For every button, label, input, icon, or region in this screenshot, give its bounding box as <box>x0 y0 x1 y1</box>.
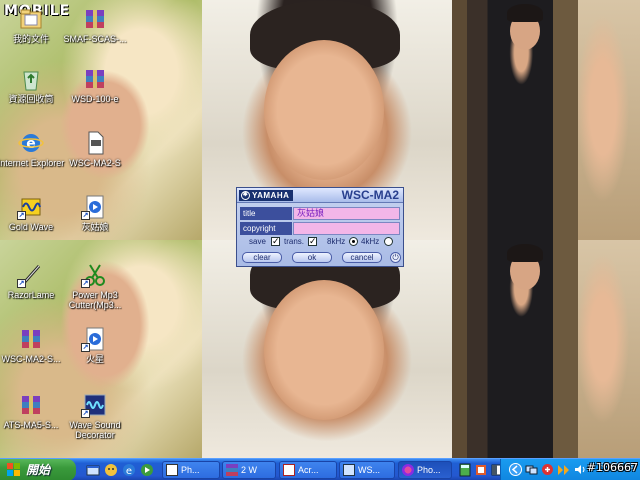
title-row: title 灰姑娘 <box>240 207 400 220</box>
internet-explorer-quicklaunch-icon[interactable]: e <box>122 463 136 477</box>
winrar-archive-icon <box>81 6 109 32</box>
document-icon <box>81 130 109 156</box>
photo-viewer-icon <box>402 464 414 476</box>
media-file-icon: ↗ <box>81 326 109 352</box>
desktop-icon-smaf-scas[interactable]: SMAF-SCAS-... <box>58 6 132 44</box>
wallpaper-tile <box>452 0 578 240</box>
svg-text:e: e <box>126 466 132 477</box>
window-icon <box>343 464 355 476</box>
desktop-icon-wave-sound-decorator[interactable]: ↗ Wave Sound Decorator <box>58 392 132 440</box>
desktop-icon-power-mp3-cutter[interactable]: ↗ Power Mp3 Cutter(Mp3... <box>58 262 132 310</box>
calculator-icon[interactable] <box>458 463 472 477</box>
desktop-icon-cinderella[interactable]: ↗ 灰姑娘 <box>58 194 132 232</box>
wave-sound-decorator-icon: ↗ <box>81 392 109 418</box>
winrar-archive-icon <box>81 66 109 92</box>
photoshop-icon <box>166 464 178 476</box>
task-photo-viewer[interactable]: Pho... <box>398 461 452 479</box>
yamaha-brand: ✱ YAMAHA <box>239 190 294 201</box>
media-file-icon: ↗ <box>81 194 109 220</box>
wallpaper-tile <box>452 240 578 458</box>
app-icon[interactable] <box>474 463 488 477</box>
start-button[interactable]: 開始 <box>0 459 76 480</box>
save-checkbox[interactable] <box>271 236 280 247</box>
dialog-model-name: WSC-MA2 <box>341 188 399 202</box>
recycle-bin-icon <box>17 66 45 92</box>
my-documents-icon <box>17 6 45 32</box>
winamp-icon[interactable] <box>557 463 570 476</box>
winrar-archive-icon <box>17 326 45 352</box>
dialog-titlebar[interactable]: ✱ YAMAHA WSC-MA2 <box>237 188 403 203</box>
wallpaper-tile <box>202 240 452 458</box>
title-field[interactable]: 灰姑娘 <box>293 207 400 220</box>
wallpaper-tile <box>578 0 640 240</box>
rate-4khz-radio[interactable] <box>384 237 393 246</box>
desktop-icon-wsc-ma2-s[interactable]: WSC-MA2-S <box>58 130 132 168</box>
show-desktop-icon[interactable] <box>86 463 100 477</box>
wsc-ma2-dialog: ✱ YAMAHA WSC-MA2 title 灰姑娘 copyright sav… <box>236 187 404 267</box>
antivirus-icon[interactable] <box>541 463 554 476</box>
task-wsc-window[interactable]: WS... <box>339 461 395 479</box>
rate-8khz-label: 8kHz <box>327 237 346 246</box>
desktop-icon-wsd-100[interactable]: WSD-100-e <box>58 66 132 104</box>
ok-button[interactable]: ok <box>292 252 332 263</box>
trans-label: trans. <box>284 237 305 246</box>
power-icon[interactable]: ⏻ <box>390 252 401 263</box>
wallpaper-tile <box>578 240 640 458</box>
dialog-buttons: clear ok cancel ⏻ <box>240 252 402 264</box>
copyright-row: copyright <box>240 222 400 235</box>
save-label: save <box>249 237 266 246</box>
winrar-archive-icon <box>226 464 238 476</box>
media-player-icon[interactable] <box>140 463 154 477</box>
goldwave-icon: ↗ <box>17 194 45 220</box>
desktop-icon-mars[interactable]: ↗ 火星 <box>58 326 132 364</box>
windows-logo-icon <box>7 463 21 477</box>
internet-explorer-icon: e <box>17 130 45 156</box>
network-icon[interactable] <box>525 463 538 476</box>
options-row: save trans. 8kHz 4kHz <box>240 235 402 248</box>
chevron-left-icon[interactable] <box>509 463 522 476</box>
task-winrar-group[interactable]: 2 W <box>222 461 276 479</box>
rate-8khz-radio[interactable] <box>349 237 358 246</box>
task-photoshop[interactable]: Ph... <box>162 461 220 479</box>
yamaha-logo-icon: ✱ <box>241 191 250 200</box>
scissors-icon: ↗ <box>81 262 109 288</box>
copyright-label: copyright <box>240 222 292 235</box>
cancel-button[interactable]: cancel <box>342 252 382 263</box>
razorlame-icon: ↗ <box>17 262 45 288</box>
acrobat-icon <box>283 464 295 476</box>
trans-checkbox[interactable] <box>308 236 317 247</box>
copyright-field[interactable] <box>293 222 400 235</box>
clear-button[interactable]: clear <box>242 252 282 263</box>
watermark-id: #106667 <box>586 461 638 474</box>
task-acrobat[interactable]: Acr... <box>279 461 337 479</box>
messenger-icon[interactable] <box>104 463 118 477</box>
taskbar: 開始 e Ph... 2 W Acr... WS... Pho... 下午 06… <box>0 458 640 480</box>
rate-4khz-label: 4kHz <box>361 237 380 246</box>
winrar-archive-icon <box>17 392 45 418</box>
title-label: title <box>240 207 292 220</box>
speaker-icon[interactable] <box>573 463 586 476</box>
